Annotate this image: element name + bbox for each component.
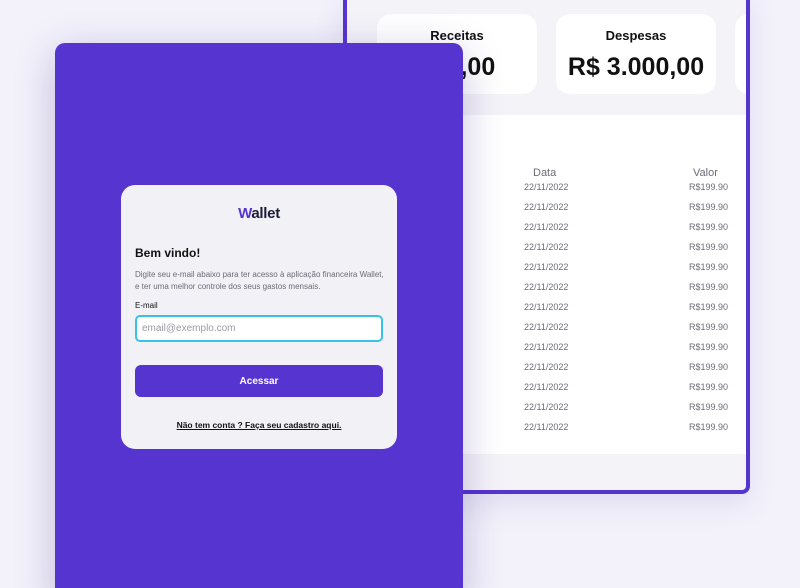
access-button[interactable]: Acessar <box>135 365 383 397</box>
despesas-value: R$ 3.000,00 <box>567 53 705 81</box>
row-date: 22/11/2022 <box>524 242 569 252</box>
email-label: E-mail <box>135 301 158 310</box>
row-date: 22/11/2022 <box>524 362 569 372</box>
row-date: 22/11/2022 <box>524 422 569 432</box>
row-value: R$199.90 <box>689 302 729 312</box>
row-value: R$199.90 <box>689 342 729 352</box>
row-date: 22/11/2022 <box>524 282 569 292</box>
despesas-card: Despesas R$ 3.000,00 <box>556 14 716 94</box>
row-value: R$199.90 <box>689 202 729 212</box>
receitas-label: Receitas <box>430 28 484 43</box>
column-header-date: Data <box>533 167 557 179</box>
row-date: 22/11/2022 <box>524 182 569 192</box>
row-value: R$199.90 <box>689 382 729 392</box>
row-value: R$199.90 <box>689 242 729 252</box>
column-header-value: Valor <box>693 167 718 179</box>
row-date: 22/11/2022 <box>524 322 569 332</box>
row-date: 22/11/2022 <box>524 342 569 352</box>
email-input[interactable] <box>135 315 383 342</box>
wallet-logo: Wallet <box>121 205 397 222</box>
row-value: R$199.90 <box>689 222 729 232</box>
row-value: R$199.90 <box>689 282 729 292</box>
row-date: 22/11/2022 <box>524 262 569 272</box>
row-value: R$199.90 <box>689 322 729 332</box>
welcome-heading: Bem vindo! <box>135 246 201 260</box>
login-card: Wallet Bem vindo! Digite seu e-mail abai… <box>121 185 397 449</box>
despesas-label: Despesas <box>605 28 667 43</box>
row-value: R$199.90 <box>689 182 729 192</box>
row-date: 22/11/2022 <box>524 202 569 212</box>
row-date: 22/11/2022 <box>524 382 569 392</box>
row-value: R$199.90 <box>689 362 729 372</box>
row-value: R$199.90 <box>689 402 729 412</box>
extra-card <box>735 14 746 94</box>
row-date: 22/11/2022 <box>524 302 569 312</box>
logo-accent: W <box>238 205 252 222</box>
logo-text: allet <box>251 205 280 222</box>
row-value: R$199.90 <box>689 422 729 432</box>
row-date: 22/11/2022 <box>524 402 569 412</box>
row-value: R$199.90 <box>689 262 729 272</box>
row-date: 22/11/2022 <box>524 222 569 232</box>
welcome-description: Digite seu e-mail abaixo para ter acesso… <box>135 270 384 291</box>
signup-link[interactable]: Não tem conta ? Faça seu cadastro aqui. <box>121 420 397 430</box>
